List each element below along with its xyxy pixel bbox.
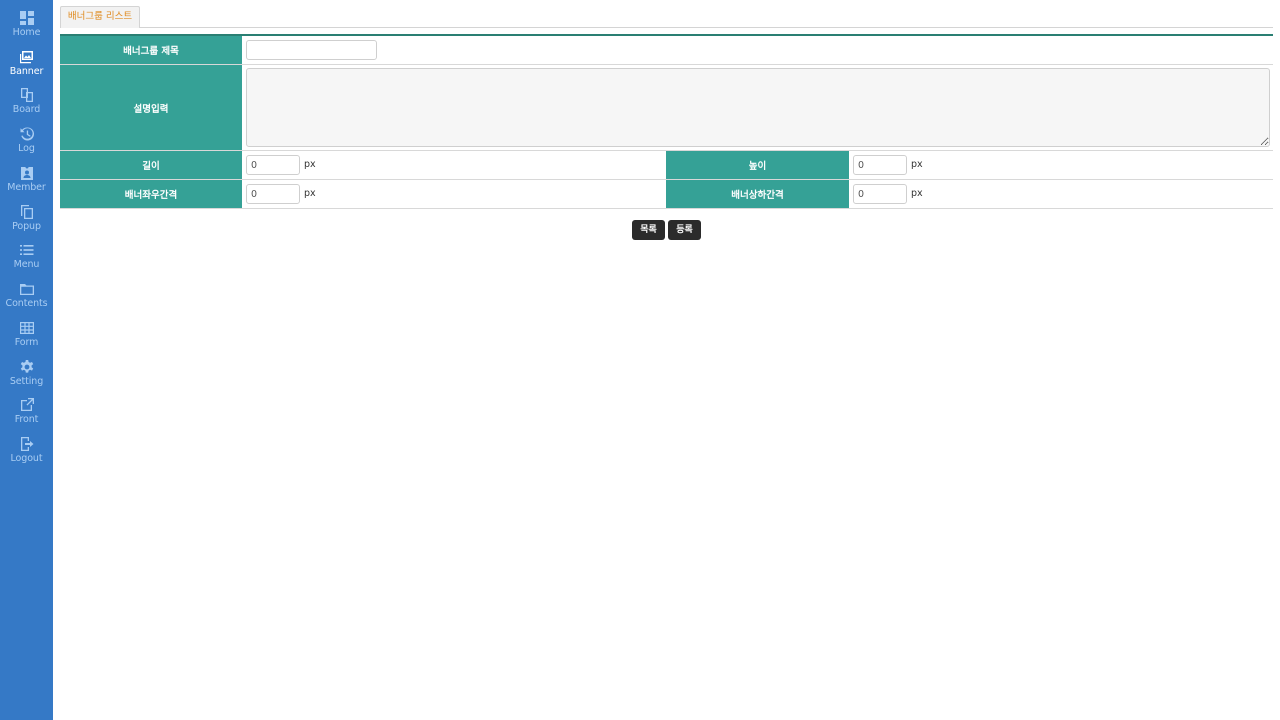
list-icon [19, 245, 33, 255]
main-content: 배너그룹 리스트 배너그룹 제목 설명입력 길이 px 높이 [53, 0, 1280, 720]
vertical-gap-field-cell: px [849, 180, 1273, 208]
height-label: 높이 [666, 151, 849, 179]
title-label: 배너그룹 제목 [60, 36, 242, 64]
sidebar-item-label: Banner [9, 66, 44, 77]
sidebar-item-label: Menu [13, 259, 40, 270]
height-input[interactable] [853, 155, 907, 175]
height-unit: px [911, 159, 923, 170]
sidebar-item-label: Contents [5, 298, 48, 309]
sidebar-item-label: Logout [10, 453, 43, 464]
sidebar-item-label: Member [7, 182, 46, 193]
sidebar-item-popup[interactable]: Popup [0, 204, 53, 242]
tab-banner-group-list[interactable]: 배너그룹 리스트 [60, 6, 140, 28]
sidebar-item-label: Form [14, 337, 39, 348]
sidebar-item-board[interactable]: Board [0, 87, 53, 125]
sidebar-item-home[interactable]: Home [0, 10, 53, 48]
dashboard-icon [19, 11, 34, 25]
sidebar-item-label: Board [12, 104, 41, 115]
tab-bar: 배너그룹 리스트 [60, 6, 1273, 28]
form-row-title: 배너그룹 제목 [60, 36, 1273, 65]
form-row-description: 설명입력 [60, 65, 1273, 151]
image-icon [19, 51, 33, 64]
copy-icon [20, 205, 33, 219]
horizontal-gap-label: 배너좌우간격 [60, 180, 242, 208]
width-unit: px [304, 159, 316, 170]
width-field-cell: px [242, 151, 666, 179]
sidebar-item-label: Front [14, 414, 39, 425]
description-label: 설명입력 [60, 65, 242, 150]
logout-icon [20, 437, 33, 451]
sidebar-item-member[interactable]: Member [0, 165, 53, 203]
sidebar-item-label: Popup [12, 221, 41, 232]
sidebar-item-contents[interactable]: Contents [0, 281, 53, 319]
sidebar-item-banner[interactable]: Banner [0, 49, 53, 87]
banner-group-form: 배너그룹 제목 설명입력 길이 px 높이 px [60, 34, 1273, 209]
sidebar-item-log[interactable]: Log [0, 126, 53, 164]
table-icon [19, 322, 34, 334]
sidebar-item-label: Home [12, 27, 41, 38]
description-field-cell [242, 65, 1273, 150]
width-label: 길이 [60, 151, 242, 179]
history-icon [20, 127, 34, 141]
width-input[interactable] [246, 155, 300, 175]
folder-icon [19, 284, 34, 295]
member-badge-icon [20, 167, 33, 180]
vertical-gap-input[interactable] [853, 184, 907, 204]
sidebar-item-label: Setting [9, 376, 44, 387]
horizontal-gap-unit: px [304, 188, 316, 199]
sidebar-item-setting[interactable]: Setting [0, 359, 53, 397]
gear-icon [20, 360, 33, 373]
vertical-gap-unit: px [911, 188, 923, 199]
horizontal-gap-input[interactable] [246, 184, 300, 204]
list-button[interactable]: 목록 [632, 220, 665, 240]
submit-button[interactable]: 등록 [668, 220, 701, 240]
sidebar-item-form[interactable]: Form [0, 320, 53, 358]
form-row-size: 길이 px 높이 px [60, 151, 1273, 180]
height-field-cell: px [849, 151, 1273, 179]
description-textarea[interactable] [246, 68, 1270, 147]
sidebar: Home Banner Board Log Member Popup Menu … [0, 0, 53, 720]
title-input[interactable] [246, 40, 377, 60]
board-icon [20, 88, 33, 102]
sidebar-item-label: Log [18, 143, 35, 154]
vertical-gap-label: 배너상하간격 [666, 180, 849, 208]
external-link-icon [20, 398, 34, 411]
horizontal-gap-field-cell: px [242, 180, 666, 208]
title-field-cell [242, 36, 1273, 64]
sidebar-item-front[interactable]: Front [0, 397, 53, 435]
sidebar-item-menu[interactable]: Menu [0, 242, 53, 280]
form-row-spacing: 배너좌우간격 px 배너상하간격 px [60, 180, 1273, 209]
sidebar-item-logout[interactable]: Logout [0, 436, 53, 474]
